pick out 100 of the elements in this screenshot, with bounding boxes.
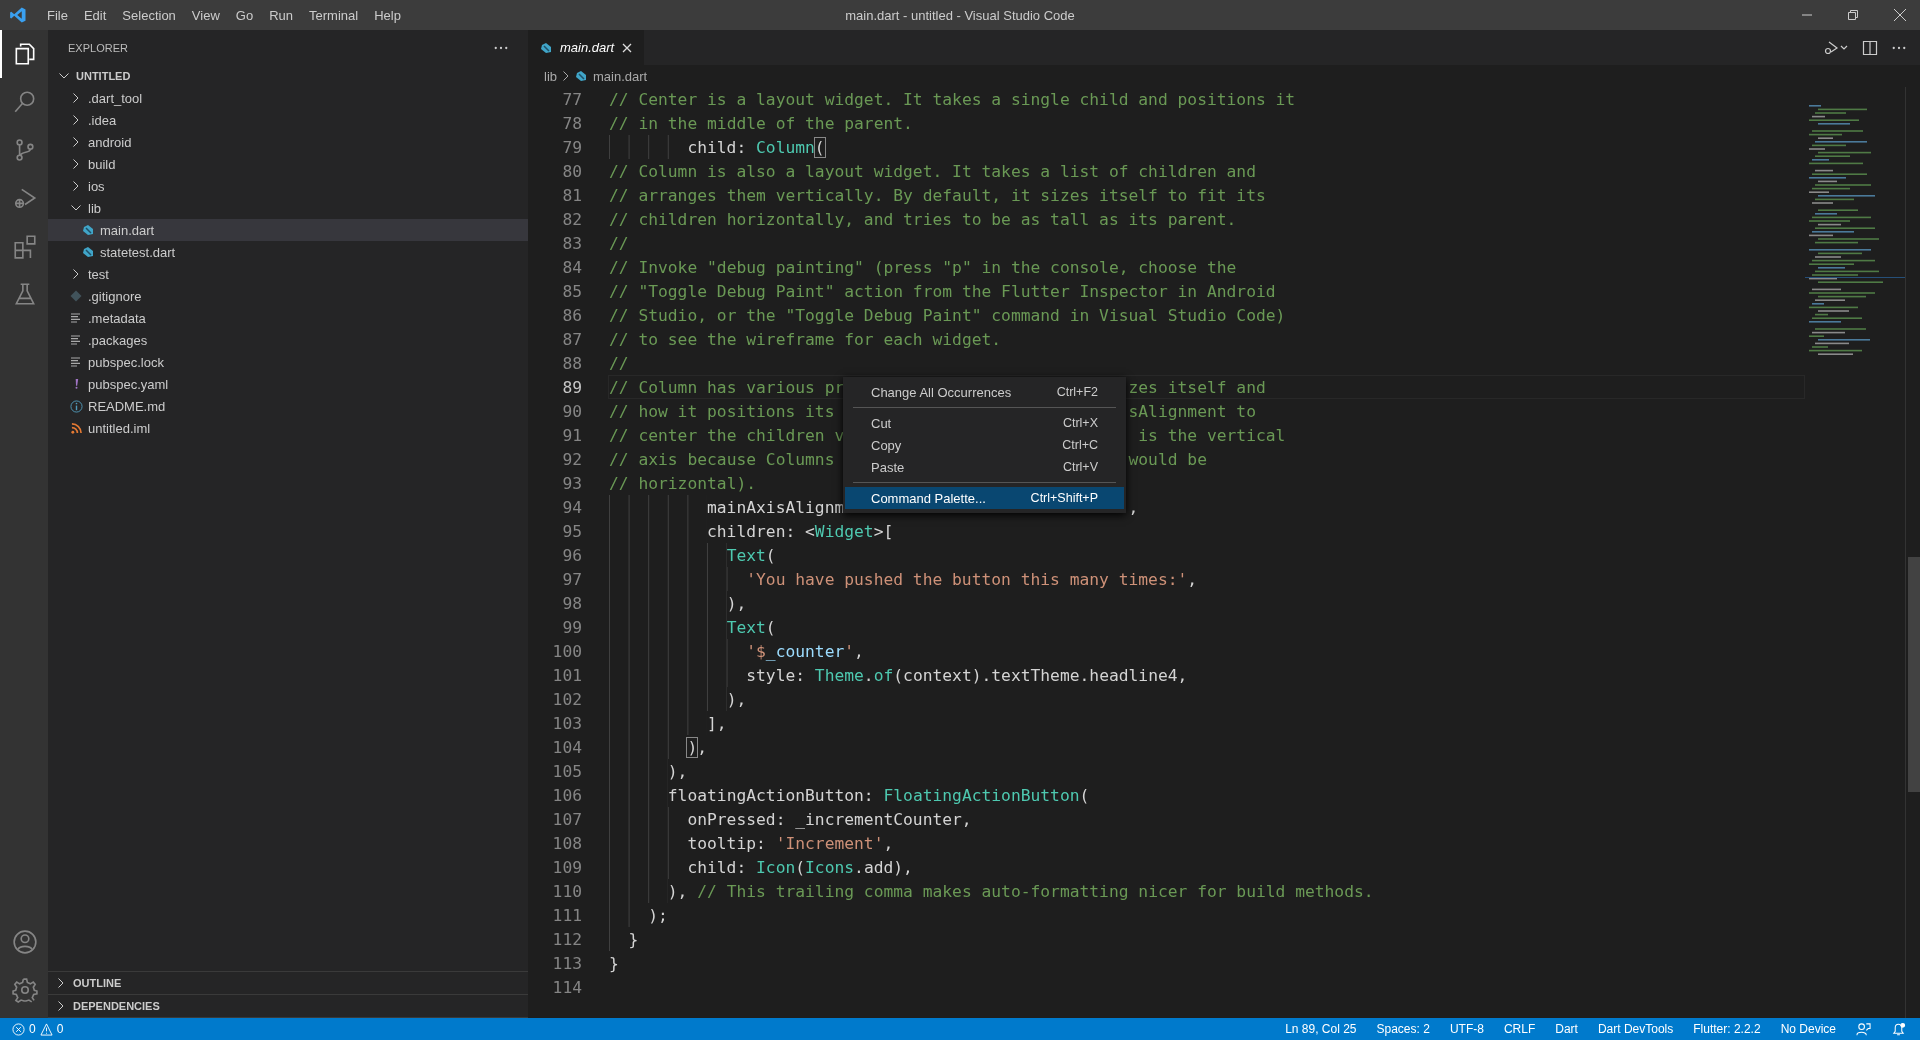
line-number: 97 (561, 569, 582, 589)
code-line: child: Icon(Icons.add), (687, 857, 913, 877)
menu-bar-item[interactable]: Terminal (301, 7, 367, 23)
line-number: 101 (551, 665, 582, 685)
line-number: 108 (551, 833, 582, 853)
code-line: ], (707, 713, 727, 733)
line-number: 96 (561, 545, 582, 565)
tree-item[interactable]: pubspec.lock (48, 351, 528, 373)
line-number: 114 (551, 977, 582, 997)
tree-item[interactable]: main.dart (48, 219, 528, 241)
tree-item[interactable]: .gitignore (48, 285, 528, 307)
problems-status[interactable]: 0 0 (0, 1022, 76, 1036)
code-line: // arranges them vertically. By default, it sizes itself to fit its (609, 185, 1266, 205)
tree-item[interactable]: README.md (48, 395, 528, 417)
line-number: 83 (561, 233, 582, 253)
menu-item[interactable]: Copy Ctrl+C (845, 434, 1124, 456)
line-number: 89 (561, 377, 582, 397)
line-number: 99 (561, 617, 582, 637)
info-file-icon (69, 399, 83, 413)
status-item[interactable]: CRLF (1503, 1022, 1536, 1036)
line-number: 85 (561, 281, 582, 301)
breadcrumb-item[interactable]: lib (544, 68, 557, 84)
menu-item[interactable]: Cut Ctrl+X (845, 412, 1124, 434)
tree-item[interactable]: .metadata (48, 307, 528, 329)
split-editor-icon[interactable] (1862, 39, 1878, 56)
restore-icon[interactable] (1848, 10, 1858, 20)
code-line: 'You have pushed the button this many times:', (746, 569, 1198, 589)
status-item[interactable]: Dart (1555, 1022, 1578, 1036)
tree-item[interactable]: .dart_tool (48, 87, 528, 109)
line-number: 110 (551, 881, 582, 901)
status-item[interactable]: Dart DevTools (1597, 1022, 1674, 1036)
warning-icon (39, 1022, 53, 1036)
code-line: ), (726, 593, 747, 613)
chevron-down-icon (59, 73, 69, 79)
line-number: 109 (551, 857, 582, 877)
error-icon (12, 1022, 25, 1036)
code-line: floatingActionButton: FloatingActionButton( (667, 785, 1090, 805)
dart-file-icon (82, 224, 94, 236)
chevron-right-icon (73, 93, 79, 103)
section-header[interactable]: OUTLINE (48, 972, 528, 995)
close-icon[interactable] (1894, 9, 1906, 21)
line-number: 104 (551, 737, 582, 757)
bell-icon[interactable] (1891, 1021, 1906, 1037)
menu-bar-item[interactable]: View (183, 7, 228, 23)
code-line: // Column has various pr (609, 377, 845, 397)
tree-item[interactable]: .packages (48, 329, 528, 351)
code-line: // horizontal). (609, 473, 757, 493)
flask-icon (12, 281, 38, 307)
breadcrumb-item[interactable]: main.dart (593, 68, 648, 84)
menu-bar-item[interactable]: Help (366, 7, 409, 23)
tree-item[interactable]: ios (48, 175, 528, 197)
code-line: ), // This trailing comma makes auto-formatting nicer for build methods. (667, 881, 1374, 901)
chevron-right-icon (73, 115, 79, 125)
close-icon[interactable] (622, 42, 633, 53)
line-number: 86 (561, 305, 582, 325)
tree-item[interactable]: untitled.iml (48, 417, 528, 439)
code-line: // axis because Columns (609, 449, 835, 469)
tree-item[interactable]: pubspec.yaml (48, 373, 528, 395)
menu-bar-item[interactable]: Run (261, 7, 301, 23)
status-item[interactable]: Spaces: 2 (1376, 1022, 1430, 1036)
tree-item[interactable]: test (48, 263, 528, 285)
code-line: } (628, 929, 639, 949)
line-number: 82 (561, 209, 582, 229)
feed-file-icon (70, 422, 82, 434)
tree-item[interactable]: .idea (48, 109, 528, 131)
line-number: 84 (561, 257, 582, 277)
tree-item[interactable]: statetest.dart (48, 241, 528, 263)
tree-item[interactable]: UNTITLED (48, 65, 528, 87)
menu-item[interactable]: Change All Occurrences Ctrl+F2 (845, 381, 1124, 403)
line-number: 78 (561, 113, 582, 133)
settings-icon[interactable] (12, 977, 38, 1003)
menu-item[interactable]: Command Palette... Ctrl+Shift+P (845, 487, 1124, 509)
more-icon[interactable] (1892, 45, 1906, 50)
editor-tab[interactable]: main.dart (528, 30, 645, 65)
status-item[interactable]: No Device (1780, 1022, 1836, 1036)
feedback-icon[interactable] (1856, 1021, 1871, 1037)
status-item[interactable]: UTF-8 (1449, 1022, 1484, 1036)
more-icon[interactable] (494, 45, 508, 50)
tree-item[interactable]: android (48, 131, 528, 153)
code-line: style: Theme.of(context).textTheme.headline4, (746, 665, 1188, 685)
menu-bar-item[interactable]: Go (227, 7, 262, 23)
tree-item[interactable]: lib (48, 197, 528, 219)
code-line: children: <Widget>[ (707, 521, 894, 541)
menu-bar-item[interactable]: File (39, 7, 76, 23)
account-icon[interactable] (12, 929, 38, 955)
chevron-right-icon (58, 978, 64, 988)
line-number: 112 (551, 929, 582, 949)
status-item[interactable]: Flutter: 2.2.2 (1693, 1022, 1761, 1036)
code-line: '$_counter', (746, 641, 864, 661)
chevron-right-icon (563, 71, 569, 81)
code-line: zes itself and (1128, 377, 1266, 397)
tree-item[interactable]: build (48, 153, 528, 175)
menu-item[interactable]: Paste Ctrl+V (845, 456, 1124, 478)
code-line: onPressed: _incrementCounter, (687, 809, 972, 829)
run-debug-icon[interactable] (1824, 39, 1848, 56)
code-line: Text( (726, 545, 776, 565)
status-item[interactable]: Ln 89, Col 25 (1285, 1022, 1357, 1036)
menu-bar-item[interactable]: Edit (75, 7, 115, 23)
scrollbar-thumb[interactable] (1908, 557, 1920, 792)
menu-bar-item[interactable]: Selection (114, 7, 184, 23)
